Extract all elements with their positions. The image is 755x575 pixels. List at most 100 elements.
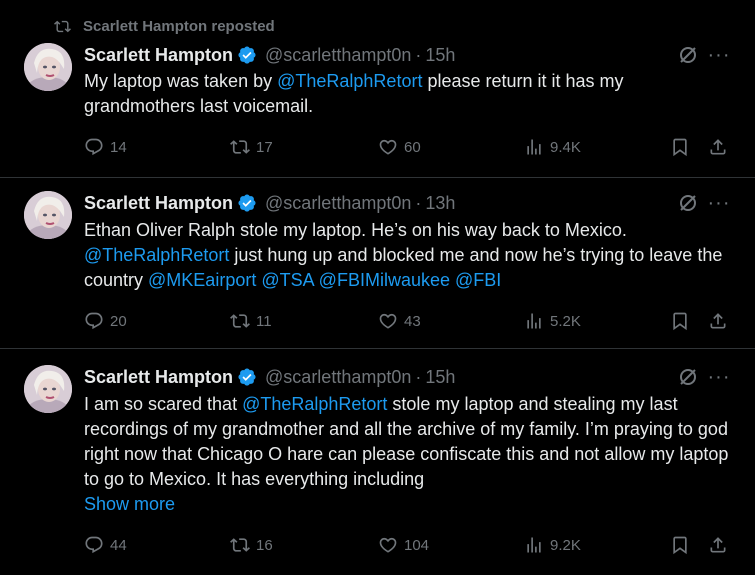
verified-icon[interactable] (237, 45, 257, 65)
bookmark-icon (673, 312, 687, 331)
tweet-text-segment: Ethan Oliver Ralph stole my laptop. He’s… (84, 220, 627, 240)
grok-icon[interactable] (676, 43, 700, 67)
bookmark-icon (673, 138, 687, 157)
like-button[interactable]: 43 (378, 309, 421, 333)
action-bar: 14 17 60 9.4K (84, 135, 755, 159)
display-name[interactable]: Scarlett Hampton (84, 45, 233, 66)
like-button[interactable]: 104 (378, 533, 429, 557)
repost-count: 11 (256, 312, 272, 330)
reply-count: 14 (110, 138, 127, 156)
handle[interactable]: @scarletthampt0n (265, 45, 411, 66)
views-count: 5.2K (550, 312, 581, 330)
bookmark-button[interactable] (670, 135, 690, 159)
tweet-text: My laptop was taken by @TheRalphRetort p… (84, 69, 734, 119)
repost-count: 17 (256, 138, 273, 156)
avatar[interactable] (24, 191, 72, 239)
avatar-image (24, 43, 72, 91)
grok-icon[interactable] (676, 191, 700, 215)
separator-dot: · (415, 192, 422, 213)
timestamp[interactable]: 15h (425, 45, 455, 66)
views-icon (527, 537, 541, 553)
mention-link[interactable]: @TSA (261, 270, 313, 290)
display-name[interactable]: Scarlett Hampton (84, 193, 233, 214)
tweet-text-segment: My laptop was taken by (84, 71, 278, 91)
reply-icon (85, 536, 103, 554)
views-count: 9.4K (550, 138, 581, 156)
tweet[interactable]: Scarlett Hampton reposted Scarlett Hampt… (0, 0, 755, 178)
tweet[interactable]: Scarlett Hampton @scarletthampt0n · 13h … (0, 178, 755, 349)
mention-link[interactable]: @TheRalphRetort (84, 245, 229, 265)
timeline-feed: Scarlett Hampton reposted Scarlett Hampt… (0, 0, 755, 575)
separator-dot: · (415, 44, 422, 65)
share-icon (710, 139, 726, 155)
timestamp[interactable]: 15h (425, 367, 455, 388)
timestamp[interactable]: 13h (425, 193, 455, 214)
like-button[interactable]: 60 (378, 135, 421, 159)
bookmark-button[interactable] (670, 309, 690, 333)
tweet-text: I am so scared that @TheRalphRetort stol… (84, 392, 734, 517)
bookmark-icon (673, 536, 687, 555)
avatar[interactable] (24, 43, 72, 91)
grok-icon[interactable] (676, 365, 700, 389)
views-icon (527, 313, 541, 329)
verified-icon[interactable] (237, 193, 257, 213)
more-icon[interactable]: ··· (707, 365, 731, 389)
repost-icon (230, 538, 250, 552)
tweet[interactable]: Scarlett Hampton @scarletthampt0n · 15h … (0, 349, 755, 575)
reply-count: 44 (110, 536, 127, 554)
mention-link[interactable]: @TheRalphRetort (242, 394, 387, 414)
reply-button[interactable]: 20 (84, 309, 127, 333)
reply-button[interactable]: 44 (84, 533, 127, 557)
mention-link[interactable]: @FBI (455, 270, 501, 290)
like-icon (379, 537, 397, 553)
mention-link[interactable]: @TheRalphRetort (277, 71, 422, 91)
mention-link[interactable]: @MKEairport (148, 270, 256, 290)
tweet-header: Scarlett Hampton @scarletthampt0n · 15h … (84, 43, 755, 67)
verified-icon[interactable] (237, 367, 257, 387)
more-icon[interactable]: ··· (707, 43, 731, 67)
views-button[interactable]: 5.2K (524, 309, 581, 333)
avatar-image (24, 191, 72, 239)
views-button[interactable]: 9.2K (524, 533, 581, 557)
repost-button[interactable]: 17 (230, 135, 273, 159)
repost-button[interactable]: 16 (230, 533, 273, 557)
reply-icon (85, 138, 103, 156)
action-bar: 20 11 43 5.2K (84, 309, 755, 333)
tweet-header: Scarlett Hampton @scarletthampt0n · 13h … (84, 191, 755, 215)
share-button[interactable] (708, 135, 728, 159)
repost-icon (230, 314, 250, 328)
repost-count: 16 (256, 536, 273, 554)
share-button[interactable] (708, 533, 728, 557)
repost-icon (230, 140, 250, 154)
avatar-image (24, 365, 72, 413)
repost-button[interactable]: 11 (230, 309, 272, 333)
repost-icon (54, 20, 71, 32)
share-icon (710, 313, 726, 329)
more-icon[interactable]: ··· (707, 191, 731, 215)
reply-button[interactable]: 14 (84, 135, 127, 159)
tweet-header: Scarlett Hampton @scarletthampt0n · 15h … (84, 365, 755, 389)
tweet-text-segment: I am so scared that (84, 394, 243, 414)
reply-count: 20 (110, 312, 127, 330)
like-count: 104 (404, 536, 430, 554)
views-count: 9.2K (550, 536, 581, 554)
views-button[interactable]: 9.4K (524, 135, 581, 159)
mention-link[interactable]: @FBIMilwaukee (319, 270, 450, 290)
handle[interactable]: @scarletthampt0n (265, 193, 411, 214)
avatar[interactable] (24, 365, 72, 413)
like-count: 60 (404, 138, 421, 156)
repost-banner-text: Scarlett Hampton reposted (83, 17, 275, 35)
share-button[interactable] (708, 309, 728, 333)
like-icon (379, 139, 397, 155)
like-count: 43 (404, 312, 421, 330)
reply-icon (85, 312, 103, 330)
bookmark-button[interactable] (670, 533, 690, 557)
display-name[interactable]: Scarlett Hampton (84, 367, 233, 388)
share-icon (710, 537, 726, 553)
views-icon (527, 139, 541, 155)
action-bar: 44 16 104 9.2K (84, 533, 755, 557)
repost-banner[interactable]: Scarlett Hampton reposted (54, 16, 275, 36)
show-more-link[interactable]: Show more (84, 492, 734, 517)
handle[interactable]: @scarletthampt0n (265, 367, 411, 388)
separator-dot: · (415, 366, 422, 387)
